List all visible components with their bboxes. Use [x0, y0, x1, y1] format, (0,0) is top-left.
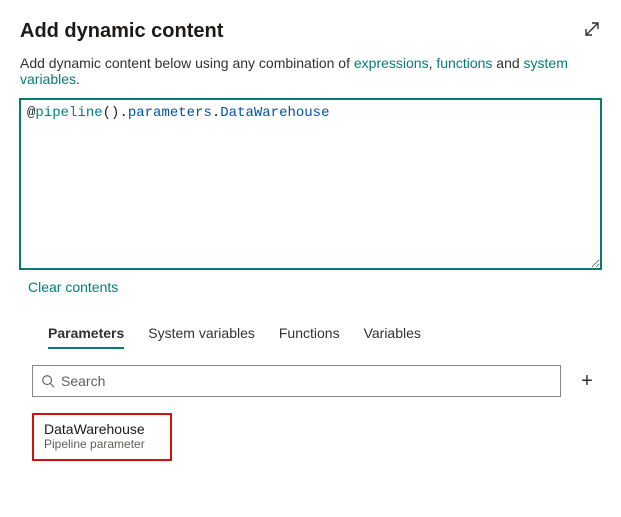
expand-icon[interactable] — [583, 20, 601, 43]
expression-editor[interactable]: @pipeline().parameters.DataWarehouse — [20, 99, 601, 269]
description-suffix: . — [76, 71, 80, 87]
clear-contents-link[interactable]: Clear contents — [28, 279, 118, 295]
description-sep2: and — [492, 55, 523, 71]
expr-dot2: . — [212, 105, 220, 121]
description-prefix: Add dynamic content below using any comb… — [20, 55, 354, 71]
functions-link[interactable]: functions — [436, 55, 492, 71]
expr-prop1: parameters — [128, 105, 212, 121]
search-icon — [41, 374, 55, 388]
parameter-name: DataWarehouse — [44, 421, 160, 437]
tab-functions[interactable]: Functions — [279, 325, 340, 349]
expr-paren: () — [103, 105, 120, 121]
expressions-link[interactable]: expressions — [354, 55, 429, 71]
add-button[interactable]: + — [573, 367, 601, 395]
expr-dot1: . — [119, 105, 127, 121]
tab-system-variables[interactable]: System variables — [148, 325, 255, 349]
search-box[interactable] — [32, 365, 561, 397]
parameter-type: Pipeline parameter — [44, 437, 160, 451]
parameter-item[interactable]: DataWarehouse Pipeline parameter — [32, 413, 172, 461]
tabs: Parameters System variables Functions Va… — [20, 325, 601, 349]
expr-prop2: DataWarehouse — [220, 105, 329, 121]
parameter-list: DataWarehouse Pipeline parameter — [20, 413, 601, 461]
expr-func: pipeline — [35, 105, 102, 121]
page-title: Add dynamic content — [20, 20, 223, 43]
search-input[interactable] — [61, 373, 552, 389]
description-text: Add dynamic content below using any comb… — [20, 55, 601, 87]
tab-variables[interactable]: Variables — [364, 325, 421, 349]
tab-parameters[interactable]: Parameters — [48, 325, 124, 349]
